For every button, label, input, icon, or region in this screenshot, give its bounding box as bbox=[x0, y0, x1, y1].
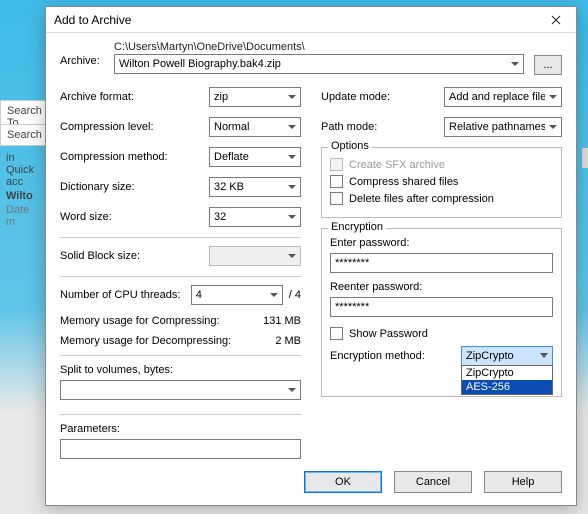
delete-after-label: Delete files after compression bbox=[349, 193, 494, 205]
mem-decomp-value: 2 MB bbox=[241, 335, 301, 347]
enc-option-aes256[interactable]: AES-256 bbox=[462, 380, 552, 394]
sfx-checkbox-row: Create SFX archive bbox=[330, 158, 553, 171]
word-select[interactable] bbox=[209, 207, 301, 227]
password-input[interactable] bbox=[330, 253, 553, 273]
method-label: Compression method: bbox=[60, 151, 209, 163]
close-button[interactable] bbox=[536, 7, 576, 33]
delete-after-checkbox[interactable] bbox=[330, 192, 343, 205]
params-input[interactable] bbox=[60, 439, 301, 459]
solid-select bbox=[209, 246, 301, 266]
enc-method-select[interactable]: ZipCrypto bbox=[461, 346, 553, 366]
word-label: Word size: bbox=[60, 211, 209, 223]
chevron-down-icon bbox=[540, 350, 548, 362]
reenter-pw-label: Reenter password: bbox=[330, 281, 553, 293]
path-select[interactable] bbox=[444, 117, 562, 137]
split-combo[interactable] bbox=[60, 380, 301, 400]
params-label: Parameters: bbox=[60, 423, 301, 435]
split-label: Split to volumes, bytes: bbox=[60, 364, 301, 376]
format-label: Archive format: bbox=[60, 91, 209, 103]
bg-date-m: Date m bbox=[0, 200, 36, 232]
divider bbox=[60, 276, 301, 277]
method-select[interactable] bbox=[209, 147, 301, 167]
show-pw-row[interactable]: Show Password bbox=[330, 327, 553, 340]
level-label: Compression level: bbox=[60, 121, 209, 133]
shared-checkbox[interactable] bbox=[330, 175, 343, 188]
enc-method-value: ZipCrypto bbox=[466, 350, 514, 362]
show-pw-checkbox[interactable] bbox=[330, 327, 343, 340]
options-legend: Options bbox=[328, 140, 372, 152]
path-label: Path mode: bbox=[321, 121, 444, 133]
divider bbox=[60, 355, 301, 356]
level-select[interactable] bbox=[209, 117, 301, 137]
encryption-group: Encryption Enter password: Reenter passw… bbox=[321, 228, 562, 397]
archive-dir: C:\Users\Martyn\OneDrive\Documents\ bbox=[114, 41, 524, 54]
sfx-checkbox bbox=[330, 158, 343, 171]
options-group: Options Create SFX archive Compress shar… bbox=[321, 147, 562, 218]
threads-label: Number of CPU threads: bbox=[60, 289, 191, 301]
shared-checkbox-row[interactable]: Compress shared files bbox=[330, 175, 553, 188]
shared-label: Compress shared files bbox=[349, 176, 458, 188]
enc-method-label: Encryption method: bbox=[330, 350, 461, 362]
mem-decomp-label: Memory usage for Decompressing: bbox=[60, 335, 241, 347]
update-label: Update mode: bbox=[321, 91, 444, 103]
add-to-archive-dialog: Add to Archive Archive: C:\Users\Martyn\… bbox=[45, 6, 577, 506]
delete-after-checkbox-row[interactable]: Delete files after compression bbox=[330, 192, 553, 205]
threads-select[interactable] bbox=[191, 285, 283, 305]
format-select[interactable] bbox=[209, 87, 301, 107]
mem-comp-value: 131 MB bbox=[241, 315, 301, 327]
bg-search: Search bbox=[0, 124, 46, 146]
divider bbox=[60, 414, 301, 415]
close-icon bbox=[551, 12, 561, 28]
update-select[interactable] bbox=[444, 87, 562, 107]
dialog-title: Add to Archive bbox=[54, 13, 536, 27]
ok-button[interactable]: OK bbox=[304, 471, 382, 493]
help-button[interactable]: Help bbox=[484, 471, 562, 493]
dialog-footer: OK Cancel Help bbox=[46, 461, 576, 505]
password-reenter-input[interactable] bbox=[330, 297, 553, 317]
enter-pw-label: Enter password: bbox=[330, 237, 553, 249]
encryption-legend: Encryption bbox=[328, 221, 386, 233]
titlebar[interactable]: Add to Archive bbox=[46, 7, 576, 33]
threads-total: / 4 bbox=[289, 289, 301, 301]
sfx-label: Create SFX archive bbox=[349, 159, 445, 171]
bg-scrollbar bbox=[582, 148, 588, 168]
browse-button[interactable]: ... bbox=[534, 55, 562, 75]
enc-option-zipcrypto[interactable]: ZipCrypto bbox=[462, 366, 552, 380]
archive-file-combo[interactable] bbox=[114, 54, 524, 74]
enc-method-dropdown[interactable]: ZipCrypto AES-256 bbox=[461, 365, 553, 395]
dict-label: Dictionary size: bbox=[60, 181, 209, 193]
mem-comp-label: Memory usage for Compressing: bbox=[60, 315, 241, 327]
divider bbox=[60, 237, 301, 238]
cancel-button[interactable]: Cancel bbox=[394, 471, 472, 493]
show-pw-label: Show Password bbox=[349, 328, 428, 340]
dict-select[interactable] bbox=[209, 177, 301, 197]
archive-label: Archive: bbox=[60, 41, 104, 67]
solid-label: Solid Block size: bbox=[60, 250, 209, 262]
